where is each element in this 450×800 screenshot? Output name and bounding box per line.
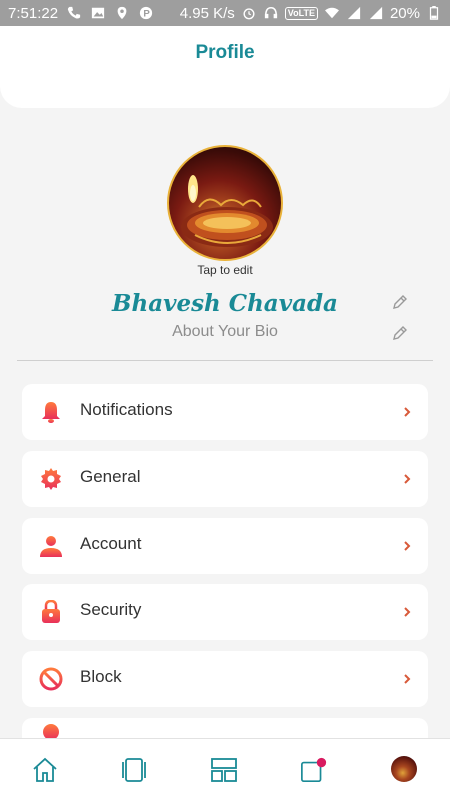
edit-name-pencil-icon[interactable] <box>392 294 408 310</box>
svg-text:P: P <box>143 9 150 20</box>
battery-icon <box>429 6 439 20</box>
wifi-icon <box>324 7 339 19</box>
dashboard-icon[interactable] <box>210 756 238 784</box>
signal-icon <box>347 6 361 20</box>
signal-2-icon <box>369 6 383 20</box>
status-time: 7:51:22 <box>8 4 59 22</box>
block-icon <box>39 667 63 691</box>
chevron-right-icon <box>404 407 411 417</box>
chevron-right-icon <box>404 474 411 484</box>
profile-avatar[interactable] <box>167 145 283 261</box>
bell-icon <box>42 402 60 423</box>
p-app-icon: P <box>139 6 153 20</box>
phone-icon <box>67 6 81 19</box>
chevron-right-icon <box>404 674 411 684</box>
menu-item-notifications[interactable]: Notifications <box>22 384 428 440</box>
tap-to-edit-hint: Tap to edit <box>197 263 253 277</box>
menu-item-general[interactable]: General <box>22 451 428 507</box>
menu-item-label: Block <box>80 667 122 686</box>
menu-item-label: Account <box>80 534 142 553</box>
menu-item-block[interactable]: Block <box>22 651 428 707</box>
chevron-right-icon <box>404 541 411 551</box>
chevron-right-icon <box>404 607 411 617</box>
menu-item-account[interactable]: Account <box>22 518 428 574</box>
profile-nav-avatar[interactable] <box>391 756 417 782</box>
header: Profile <box>0 26 450 108</box>
edit-bio-pencil-icon[interactable] <box>392 325 408 341</box>
bottom-nav <box>0 738 450 800</box>
notifications-nav-icon[interactable] <box>300 756 328 784</box>
menu-item-security[interactable]: Security <box>22 584 428 640</box>
lock-icon <box>42 600 60 623</box>
home-icon[interactable] <box>31 756 59 784</box>
pages-icon[interactable] <box>120 756 148 784</box>
alarm-icon <box>243 8 255 20</box>
profile-name: Bhavesh Chavada <box>112 290 338 317</box>
status-bar: 7:51:22 P 4.95 K/s VoLTE 20% <box>0 0 450 26</box>
menu-item-label: Notifications <box>80 400 173 419</box>
battery-percent: 20% <box>389 4 420 22</box>
profile-bio: About Your Bio <box>172 323 278 340</box>
headphones-icon <box>264 6 277 19</box>
image-icon <box>91 7 105 19</box>
user-icon <box>40 536 62 557</box>
page-title: Profile <box>195 42 255 63</box>
menu-item-label: Security <box>80 600 142 619</box>
network-speed: 4.95 K/s <box>179 4 235 22</box>
gear-icon <box>41 468 61 490</box>
menu-item-label: General <box>80 467 141 486</box>
divider <box>17 360 433 361</box>
location-icon <box>117 6 127 20</box>
diya-image <box>181 175 273 247</box>
volte-badge: VoLTE <box>284 6 318 20</box>
